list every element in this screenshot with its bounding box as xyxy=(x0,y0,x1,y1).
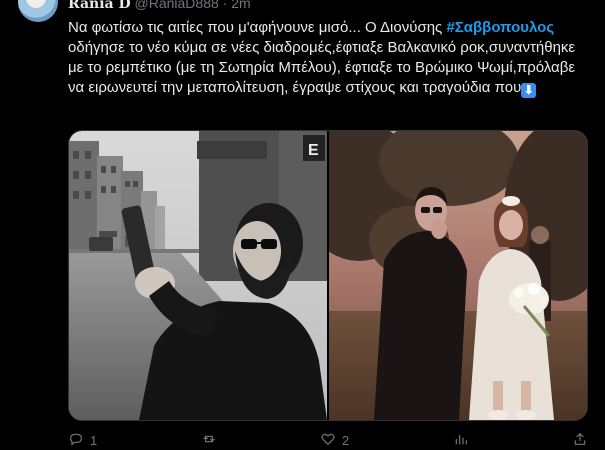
reply-button[interactable]: 1 xyxy=(68,431,97,450)
repost-button[interactable] xyxy=(201,431,217,450)
media-grid: E xyxy=(68,130,588,421)
post-text-body: οδήγησε το νέο κύμα σε νέες διαδρομές,έφ… xyxy=(68,39,576,96)
views-icon xyxy=(453,431,469,450)
repost-icon xyxy=(201,431,217,450)
author-handle[interactable]: @RaniaD888 xyxy=(135,0,219,11)
heart-icon xyxy=(320,431,336,450)
wedding-couple-photo xyxy=(329,131,587,420)
header-separator: · xyxy=(222,0,228,11)
author-name[interactable]: Rania D xyxy=(68,0,131,12)
hashtag-link[interactable]: #Σαββοπουλος xyxy=(446,19,554,36)
like-button[interactable]: 2 xyxy=(320,431,349,450)
share-icon xyxy=(572,431,588,450)
photo-left[interactable]: E xyxy=(69,131,327,420)
action-bar: 1 2 xyxy=(68,431,588,450)
views-button[interactable] xyxy=(453,431,469,450)
post-text-intro: Να φωτίσω τις αιτίες που μ'αφήνουνε μισό… xyxy=(68,19,447,36)
shop-sign-letter: E xyxy=(308,142,319,159)
share-button[interactable] xyxy=(572,431,588,450)
post-text: Να φωτίσω τις αιτίες που μ'αφήνουνε μισό… xyxy=(68,18,593,98)
post-header: Rania D @RaniaD888 · 2m xyxy=(68,0,251,13)
reply-icon xyxy=(68,431,84,450)
avatar[interactable] xyxy=(18,0,58,22)
like-count: 2 xyxy=(341,433,350,448)
down-arrow-emoji-icon: ⬇ xyxy=(521,83,537,98)
street-guitarist-photo: E xyxy=(69,131,327,420)
photo-right[interactable] xyxy=(329,131,587,420)
reply-count: 1 xyxy=(90,433,98,448)
post-time[interactable]: 2m xyxy=(231,0,250,11)
